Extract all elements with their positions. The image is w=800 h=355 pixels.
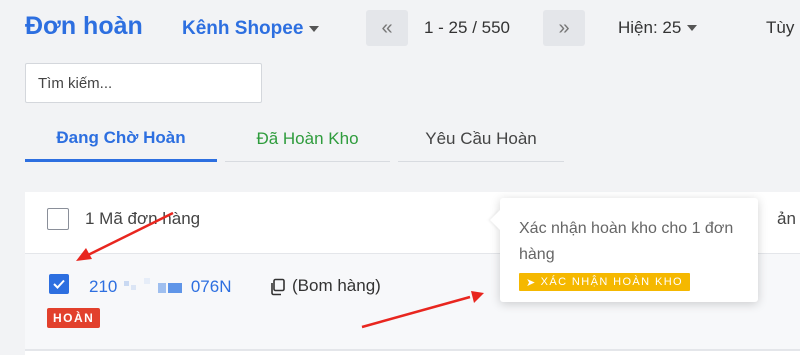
popover-message: Xác nhận hoàn kho cho 1 đơn hàng xyxy=(519,220,734,263)
per-page-label: Hiện: 25 xyxy=(618,18,682,37)
order-note: (Bom hàng) xyxy=(292,276,381,295)
double-chevron-left-icon: « xyxy=(381,16,393,39)
confirm-return-button[interactable]: ➤ XÁC NHẬN HOÀN KHO xyxy=(519,273,690,291)
double-chevron-right-icon: » xyxy=(558,16,570,39)
pager-range: 1 - 25 / 550 xyxy=(424,18,511,37)
caret-down-icon xyxy=(309,26,320,32)
copy-icon[interactable] xyxy=(269,278,287,296)
confirm-return-label: XÁC NHẬN HOÀN KHO xyxy=(540,276,683,288)
product-column-header: ản ph xyxy=(777,209,800,228)
tab-pending-return[interactable]: Đang Chờ Hoàn xyxy=(25,116,217,162)
order-code-prefix: 210 xyxy=(89,276,118,296)
tab-return-request[interactable]: Yêu Cầu Hoàn xyxy=(398,116,564,162)
channel-label: Kênh Shopee xyxy=(182,18,304,39)
redacted-code xyxy=(122,276,186,299)
check-icon xyxy=(53,279,65,289)
page-title: Đơn hoàn xyxy=(25,12,143,40)
caret-down-icon xyxy=(687,25,698,31)
channel-dropdown[interactable]: Kênh Shopee xyxy=(182,18,320,40)
row-checkbox[interactable] xyxy=(49,274,69,294)
search-input[interactable] xyxy=(25,63,262,103)
confirm-popover: Xác nhận hoàn kho cho 1 đơn hàng ➤ XÁC N… xyxy=(500,198,758,302)
pager-prev-button[interactable]: « xyxy=(366,10,408,46)
tab-returned-to-warehouse[interactable]: Đã Hoàn Kho xyxy=(225,116,390,162)
order-code-suffix: 076N xyxy=(190,276,232,296)
arrow-right-icon: ➤ xyxy=(526,276,537,289)
per-page-dropdown[interactable]: Hiện: 25 xyxy=(618,18,698,38)
status-badge: HOÀN xyxy=(47,308,101,328)
select-all-checkbox[interactable] xyxy=(47,208,69,230)
selected-count-label: 1 Mã đơn hàng xyxy=(85,209,201,228)
options-menu[interactable]: Tùy xyxy=(766,18,794,38)
order-code-link[interactable]: 210 076N xyxy=(89,276,231,299)
pager-next-button[interactable]: » xyxy=(543,10,585,46)
